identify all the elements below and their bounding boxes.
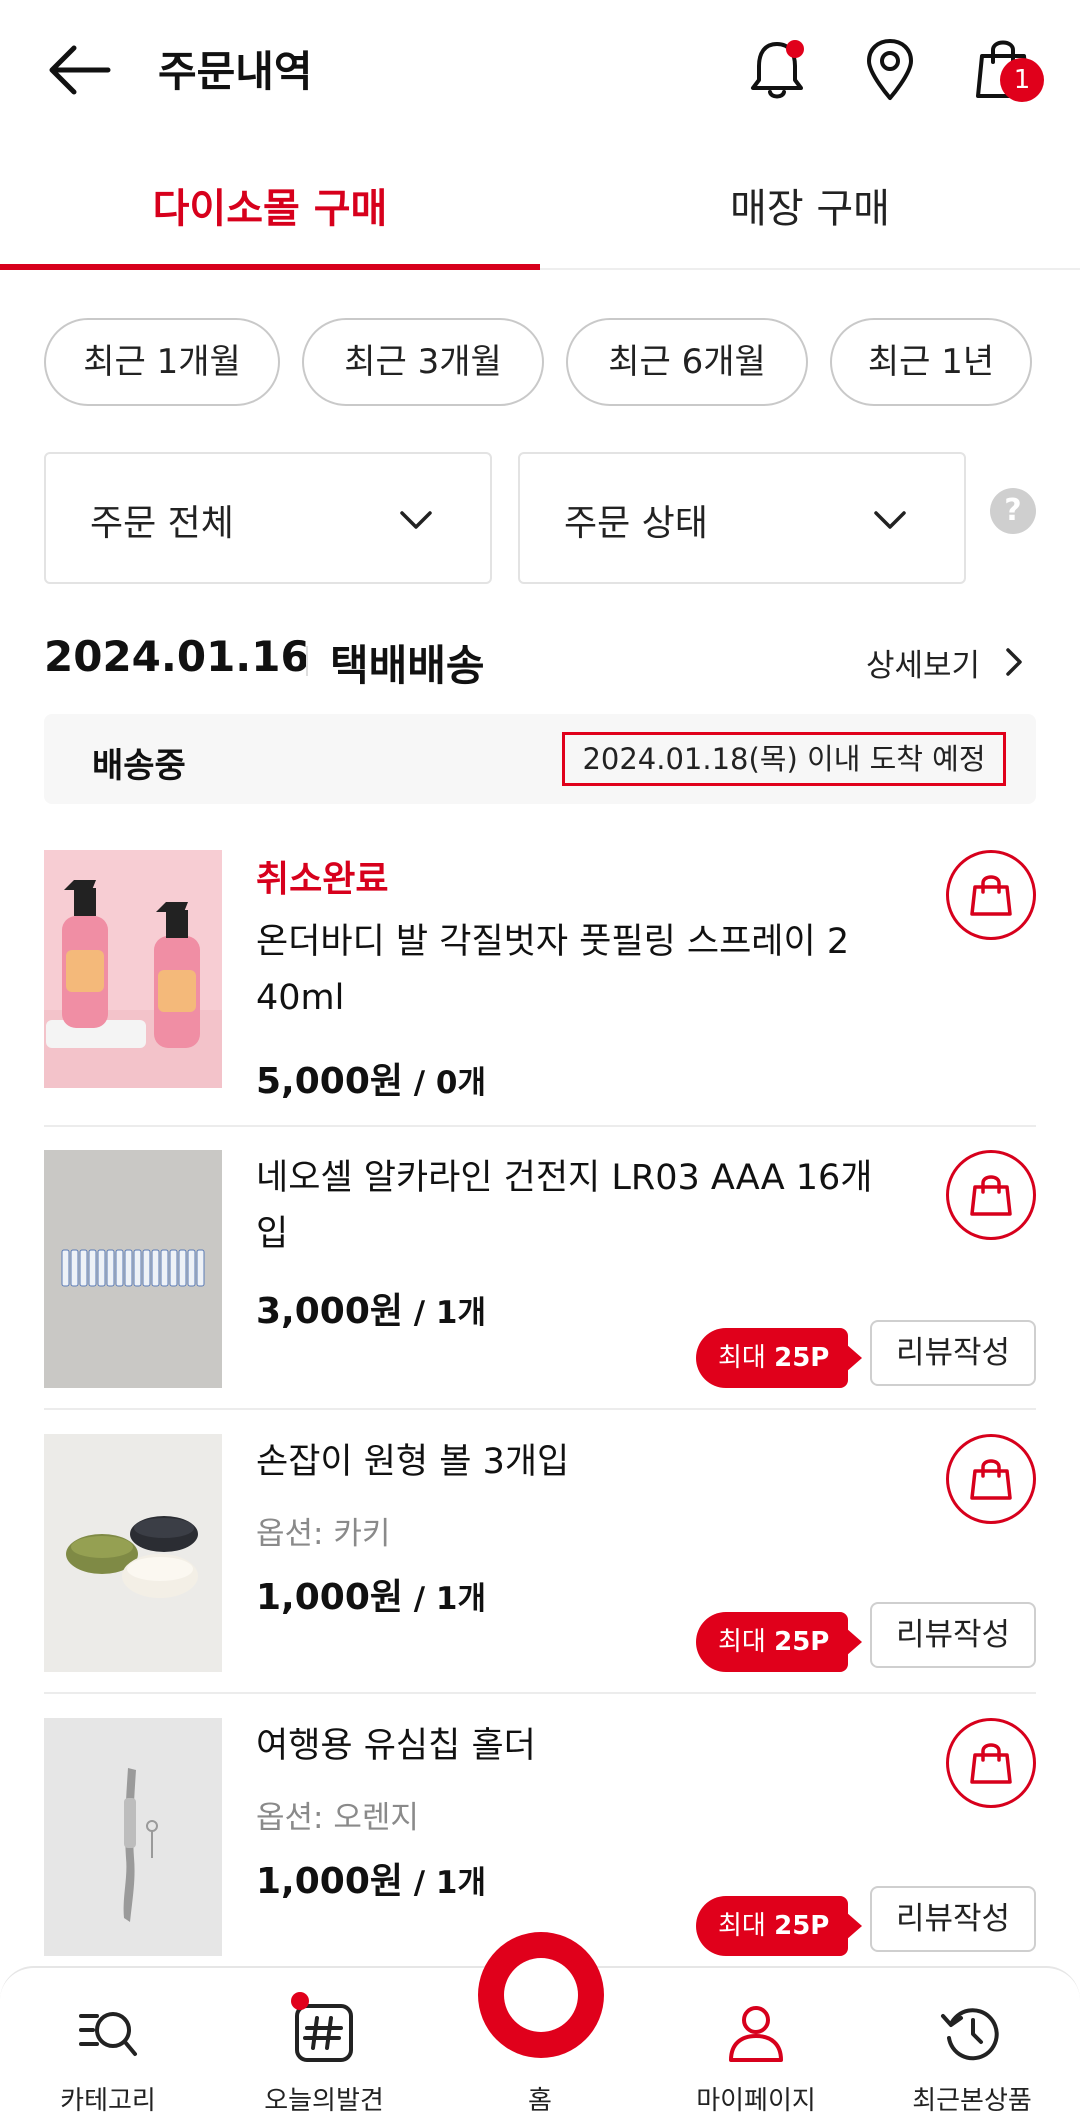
page-title: 주문내역	[158, 47, 313, 96]
add-to-cart-button[interactable]	[946, 1718, 1036, 1808]
order-status-select[interactable]: 주문 상태	[518, 452, 966, 584]
order-status-value: 주문 상태	[564, 503, 708, 544]
point-prefix: 최대	[718, 1627, 775, 1657]
product-image-batteries[interactable]	[44, 1150, 222, 1388]
nav-today-discovery[interactable]: 오늘의발견	[216, 1968, 432, 2125]
active-tab-indicator	[0, 264, 540, 270]
nav-category[interactable]: 카테고리	[0, 1968, 216, 2125]
location-pin-icon[interactable]	[855, 34, 925, 104]
add-to-cart-button[interactable]	[946, 1150, 1036, 1240]
max-points-badge: 최대 25P	[696, 1896, 862, 1956]
point-value: 25P	[774, 1911, 830, 1941]
point-value: 25P	[774, 1343, 830, 1373]
item-divider	[44, 1692, 1036, 1694]
order-detail-link[interactable]: 상세보기	[866, 640, 980, 685]
nav-label: 카테고리	[60, 2086, 156, 2116]
period-chip-1-month[interactable]: 최근 1개월	[44, 318, 280, 406]
product-price: 1,000원 / 1개	[256, 1852, 486, 1904]
order-date: 2024.01.16	[44, 632, 310, 681]
price-value: 3,000원	[256, 1291, 403, 1332]
help-icon[interactable]: ?	[990, 488, 1036, 534]
product-name-line: 온더바디 발 각질벗자 풋필링 스프레이 2	[256, 922, 850, 962]
product-name[interactable]: 손잡이 원형 볼 3개입	[256, 1434, 916, 1490]
product-name-line: 40ml	[256, 978, 345, 1018]
product-name[interactable]: 여행용 유심칩 홀더	[256, 1718, 916, 1774]
shopping-bag-icon	[970, 1459, 1012, 1500]
nav-label: 홈	[528, 2086, 552, 2116]
nav-label: 오늘의발견	[264, 2086, 384, 2116]
point-value: 25P	[774, 1627, 830, 1657]
product-option: 옵션: 오렌지	[256, 1800, 419, 1836]
chevron-down-icon	[874, 511, 906, 529]
chevron-right-icon[interactable]	[1000, 646, 1026, 678]
order-item: 취소완료 온더바디 발 각질벗자 풋필링 스프레이 2 40ml 5,000원 …	[44, 850, 1036, 1102]
delivery-status: 배송중	[92, 746, 186, 786]
tab-daiso-mall[interactable]: 다이소몰 구매	[0, 176, 540, 234]
order-item: 여행용 유심칩 홀더 옵션: 오렌지 1,000원 / 1개 최대 25P 리뷰…	[44, 1718, 1036, 1958]
product-price: 5,000원 / 0개	[256, 1052, 486, 1104]
estimated-arrival: 2024.01.18(목) 이내 도착 예정	[562, 732, 1006, 786]
quantity: / 0개	[403, 1065, 486, 1101]
order-scope-value: 주문 전체	[90, 503, 234, 544]
max-points-badge: 최대 25P	[696, 1612, 862, 1672]
shopping-bag-icon	[970, 1743, 1012, 1784]
point-prefix: 최대	[718, 1343, 775, 1373]
notification-dot	[786, 40, 804, 58]
price-value: 1,000원	[256, 1577, 403, 1618]
product-price: 1,000원 / 1개	[256, 1568, 486, 1620]
max-points-badge: 최대 25P	[696, 1328, 862, 1388]
nav-my-page[interactable]: 마이페이지	[648, 1968, 864, 2125]
point-prefix: 최대	[718, 1911, 775, 1941]
quantity: / 1개	[403, 1581, 486, 1617]
delivery-status-box: 배송중 2024.01.18(목) 이내 도착 예정	[44, 714, 1036, 804]
back-arrow-icon[interactable]	[44, 40, 114, 100]
nav-label: 마이페이지	[696, 2086, 816, 2116]
write-review-button[interactable]: 리뷰작성	[870, 1602, 1036, 1668]
period-chip-3-months[interactable]: 최근 3개월	[302, 318, 544, 406]
quantity: / 1개	[403, 1865, 486, 1901]
tab-store-purchase[interactable]: 매장 구매	[540, 176, 1080, 234]
order-item: 네오셀 알카라인 건전지 LR03 AAA 16개 입 3,000원 / 1개 …	[44, 1150, 1036, 1390]
write-review-button[interactable]: 리뷰작성	[870, 1320, 1036, 1386]
item-divider	[44, 1125, 1036, 1127]
chevron-down-icon	[400, 511, 432, 529]
shopping-bag-icon	[970, 875, 1012, 916]
period-chip-1-year[interactable]: 최근 1년	[830, 318, 1032, 406]
product-name[interactable]: 네오셀 알카라인 건전지 LR03 AAA 16개 입	[256, 1150, 916, 1262]
price-value: 1,000원	[256, 1861, 403, 1902]
write-review-button[interactable]: 리뷰작성	[870, 1886, 1036, 1952]
product-image-sim-holder[interactable]	[44, 1718, 222, 1956]
period-chip-6-months[interactable]: 최근 6개월	[566, 318, 808, 406]
product-image-foot-spray[interactable]	[44, 850, 222, 1088]
product-option: 옵션: 카키	[256, 1516, 391, 1552]
product-price: 3,000원 / 1개	[256, 1282, 486, 1334]
category-search-icon	[79, 2012, 137, 2056]
product-name-line: 입	[256, 1214, 289, 1254]
cart-count-badge: 1	[1000, 58, 1044, 102]
product-name-line: 네오셀 알카라인 건전지 LR03 AAA 16개	[256, 1158, 873, 1198]
order-item: 손잡이 원형 볼 3개입 옵션: 카키 1,000원 / 1개 최대 25P 리…	[44, 1434, 1036, 1674]
price-value: 5,000원	[256, 1061, 403, 1102]
quantity: / 1개	[403, 1295, 486, 1331]
item-divider	[44, 1408, 1036, 1410]
person-icon	[729, 2006, 783, 2062]
purchase-tabs: 다이소몰 구매 매장 구매	[0, 150, 1080, 270]
new-content-dot	[291, 1992, 309, 2010]
add-to-cart-button[interactable]	[946, 1434, 1036, 1524]
order-scope-select[interactable]: 주문 전체	[44, 452, 492, 584]
product-image-bowls[interactable]	[44, 1434, 222, 1672]
app-header: 주문내역 1	[0, 0, 1080, 140]
add-to-cart-button[interactable]	[946, 850, 1036, 940]
home-circle-icon[interactable]	[478, 1932, 604, 2058]
delivery-type: 택배배송	[330, 641, 485, 690]
item-status-cancelled: 취소완료	[256, 859, 389, 900]
nav-recently-viewed[interactable]: 최근본상품	[864, 1968, 1080, 2125]
product-name[interactable]: 온더바디 발 각질벗자 풋필링 스프레이 2 40ml	[256, 914, 916, 1026]
nav-label: 최근본상품	[912, 2086, 1032, 2116]
history-icon	[941, 2008, 999, 2061]
order-header-divider	[306, 646, 308, 676]
shopping-bag-icon	[970, 1175, 1012, 1216]
